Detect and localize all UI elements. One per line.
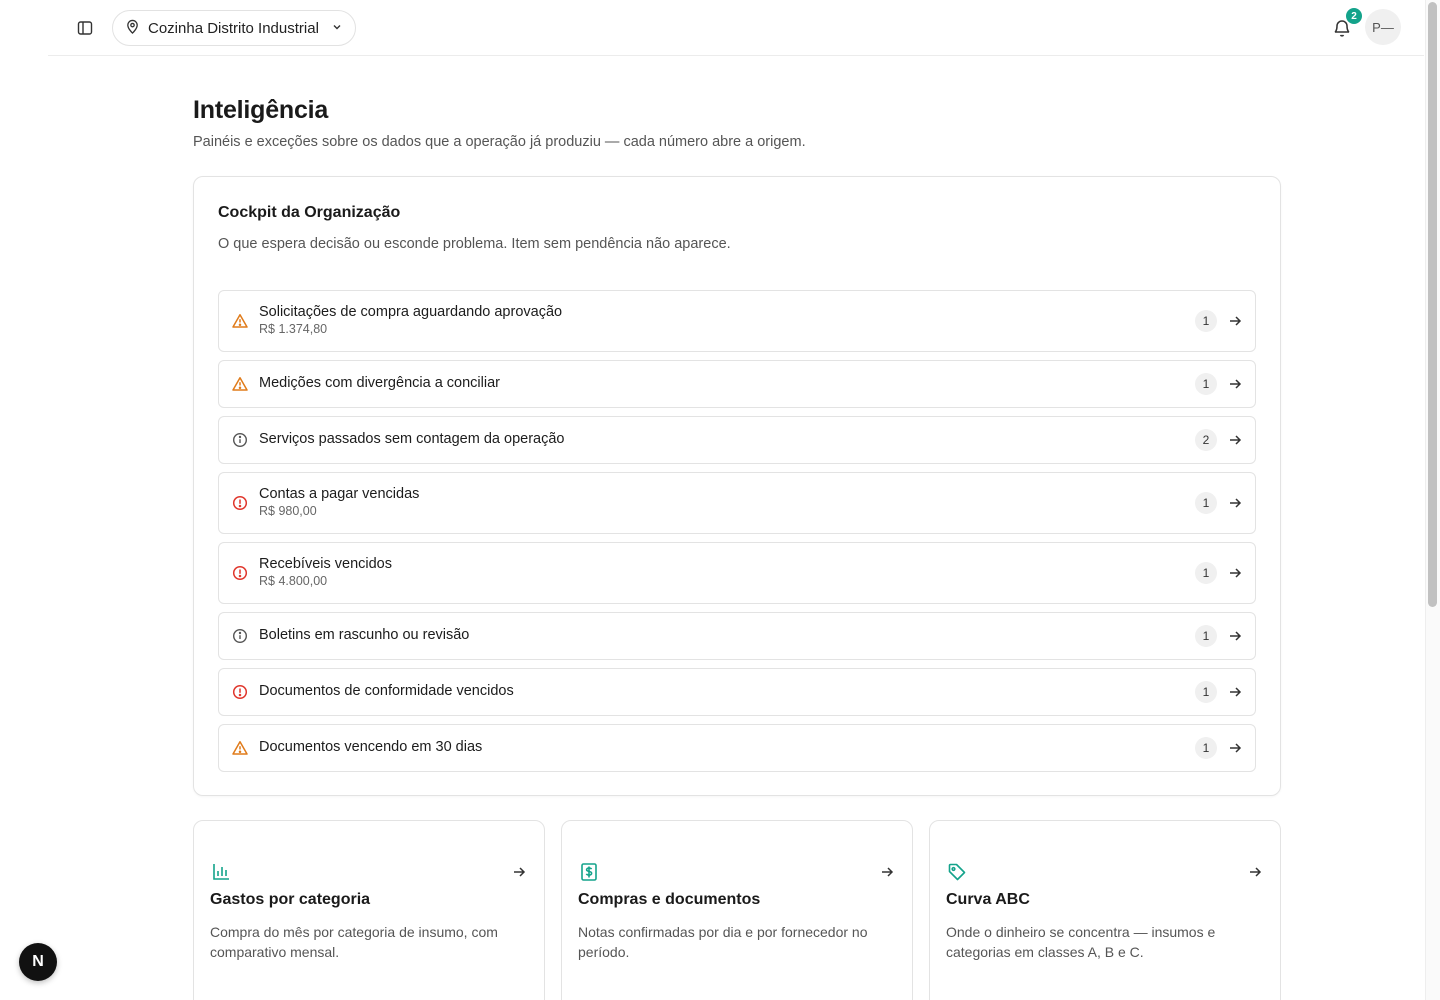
- item-label: Medições com divergência a conciliar: [259, 375, 500, 391]
- arrow-right-icon: [1227, 684, 1243, 700]
- dev-tools-badge[interactable]: N: [19, 943, 57, 981]
- item-count-badge: 1: [1195, 492, 1217, 514]
- location-selector[interactable]: Cozinha Distrito Industrial: [112, 10, 356, 46]
- item-label: Contas a pagar vencidas: [259, 486, 420, 502]
- item-label: Serviços passados sem contagem da operaç…: [259, 431, 565, 447]
- alert-icon: [232, 565, 248, 581]
- item-label: Documentos vencendo em 30 dias: [259, 739, 483, 755]
- item-amount: R$ 4.800,00: [259, 574, 328, 588]
- item-count-badge: 1: [1195, 681, 1217, 703]
- arrow-right-icon: [1227, 313, 1243, 329]
- alert-icon: [232, 495, 248, 511]
- map-pin-icon: [125, 19, 140, 38]
- arrow-right-icon: [1227, 376, 1243, 392]
- notification-badge: 2: [1346, 8, 1362, 24]
- page-subtitle: Painéis e exceções sobre os dados que a …: [193, 134, 806, 150]
- scrollbar-thumb[interactable]: [1428, 2, 1437, 607]
- item-count-badge: 1: [1195, 310, 1217, 332]
- item-count-badge: 1: [1195, 562, 1217, 584]
- cockpit-item-draft-bulletins[interactable]: Boletins em rascunho ou revisão 1: [218, 612, 1256, 660]
- item-amount: R$ 1.374,80: [259, 322, 328, 336]
- item-label: Solicitações de compra aguardando aprova…: [259, 304, 563, 320]
- cockpit-item-overdue-payables[interactable]: Contas a pagar vencidas R$ 980,00 1: [218, 472, 1256, 534]
- card-abc-curve[interactable]: Curva ABC Onde o dinheiro se concentra —…: [929, 820, 1281, 1000]
- alert-icon: [232, 684, 248, 700]
- card-title: Compras e documentos: [578, 891, 761, 908]
- cockpit-title: Cockpit da Organização: [218, 204, 401, 221]
- card-description: Onde o dinheiro se concentra — insumos e…: [946, 924, 1216, 960]
- page-title: Inteligência: [193, 96, 329, 124]
- cockpit-item-past-services[interactable]: Serviços passados sem contagem da operaç…: [218, 416, 1256, 464]
- cockpit-item-purchase-requests[interactable]: Solicitações de compra aguardando aprova…: [218, 290, 1256, 352]
- info-icon: [232, 628, 248, 644]
- item-amount: R$ 980,00: [259, 504, 317, 518]
- chevron-down-icon: [331, 20, 343, 37]
- location-label: Cozinha Distrito Industrial: [148, 19, 319, 37]
- cockpit-item-docs-expiring-30-days[interactable]: Documentos vencendo em 30 dias 1: [218, 724, 1256, 772]
- item-count-badge: 1: [1195, 625, 1217, 647]
- item-count-badge: 2: [1195, 429, 1217, 451]
- card-title: Gastos por categoria: [210, 891, 371, 908]
- tag-icon: [946, 861, 968, 883]
- item-count-badge: 1: [1195, 737, 1217, 759]
- arrow-right-icon: [510, 863, 528, 881]
- arrow-right-icon: [1227, 495, 1243, 511]
- card-description: Notas confirmadas por dia e por forneced…: [578, 924, 868, 960]
- cockpit-item-measurement-divergence[interactable]: Medições com divergência a conciliar 1: [218, 360, 1256, 408]
- top-bar: Cozinha Distrito Industrial 2 P—: [48, 0, 1424, 56]
- bar-chart-icon: [210, 861, 232, 883]
- receipt-dollar-icon: [578, 861, 600, 883]
- arrow-right-icon: [1227, 628, 1243, 644]
- sidebar-toggle-icon[interactable]: [74, 18, 96, 38]
- warning-icon: [232, 313, 248, 329]
- arrow-right-icon: [1227, 565, 1243, 581]
- item-label: Boletins em rascunho ou revisão: [259, 627, 470, 643]
- item-count-badge: 1: [1195, 373, 1217, 395]
- warning-icon: [232, 376, 248, 392]
- card-purchases-and-documents[interactable]: Compras e documentos Notas confirmadas p…: [561, 820, 913, 1000]
- cockpit-card: Cockpit da Organização O que espera deci…: [193, 176, 1281, 796]
- avatar[interactable]: P—: [1365, 9, 1401, 45]
- card-title: Curva ABC: [946, 891, 1030, 908]
- cockpit-subtitle: O que espera decisão ou esconde problema…: [218, 236, 731, 252]
- warning-icon: [232, 740, 248, 756]
- arrow-right-icon: [878, 863, 896, 881]
- arrow-right-icon: [1227, 432, 1243, 448]
- card-description: Compra do mês por categoria de insumo, c…: [210, 924, 498, 960]
- arrow-right-icon: [1227, 740, 1243, 756]
- info-icon: [232, 432, 248, 448]
- cockpit-item-overdue-receivables[interactable]: Recebíveis vencidos R$ 4.800,00 1: [218, 542, 1256, 604]
- item-label: Recebíveis vencidos: [259, 556, 392, 572]
- item-label: Documentos de conformidade vencidos: [259, 683, 514, 699]
- cockpit-item-expired-compliance-docs[interactable]: Documentos de conformidade vencidos 1: [218, 668, 1256, 716]
- arrow-right-icon: [1246, 863, 1264, 881]
- card-spending-by-category[interactable]: Gastos por categoria Compra do mês por c…: [193, 820, 545, 1000]
